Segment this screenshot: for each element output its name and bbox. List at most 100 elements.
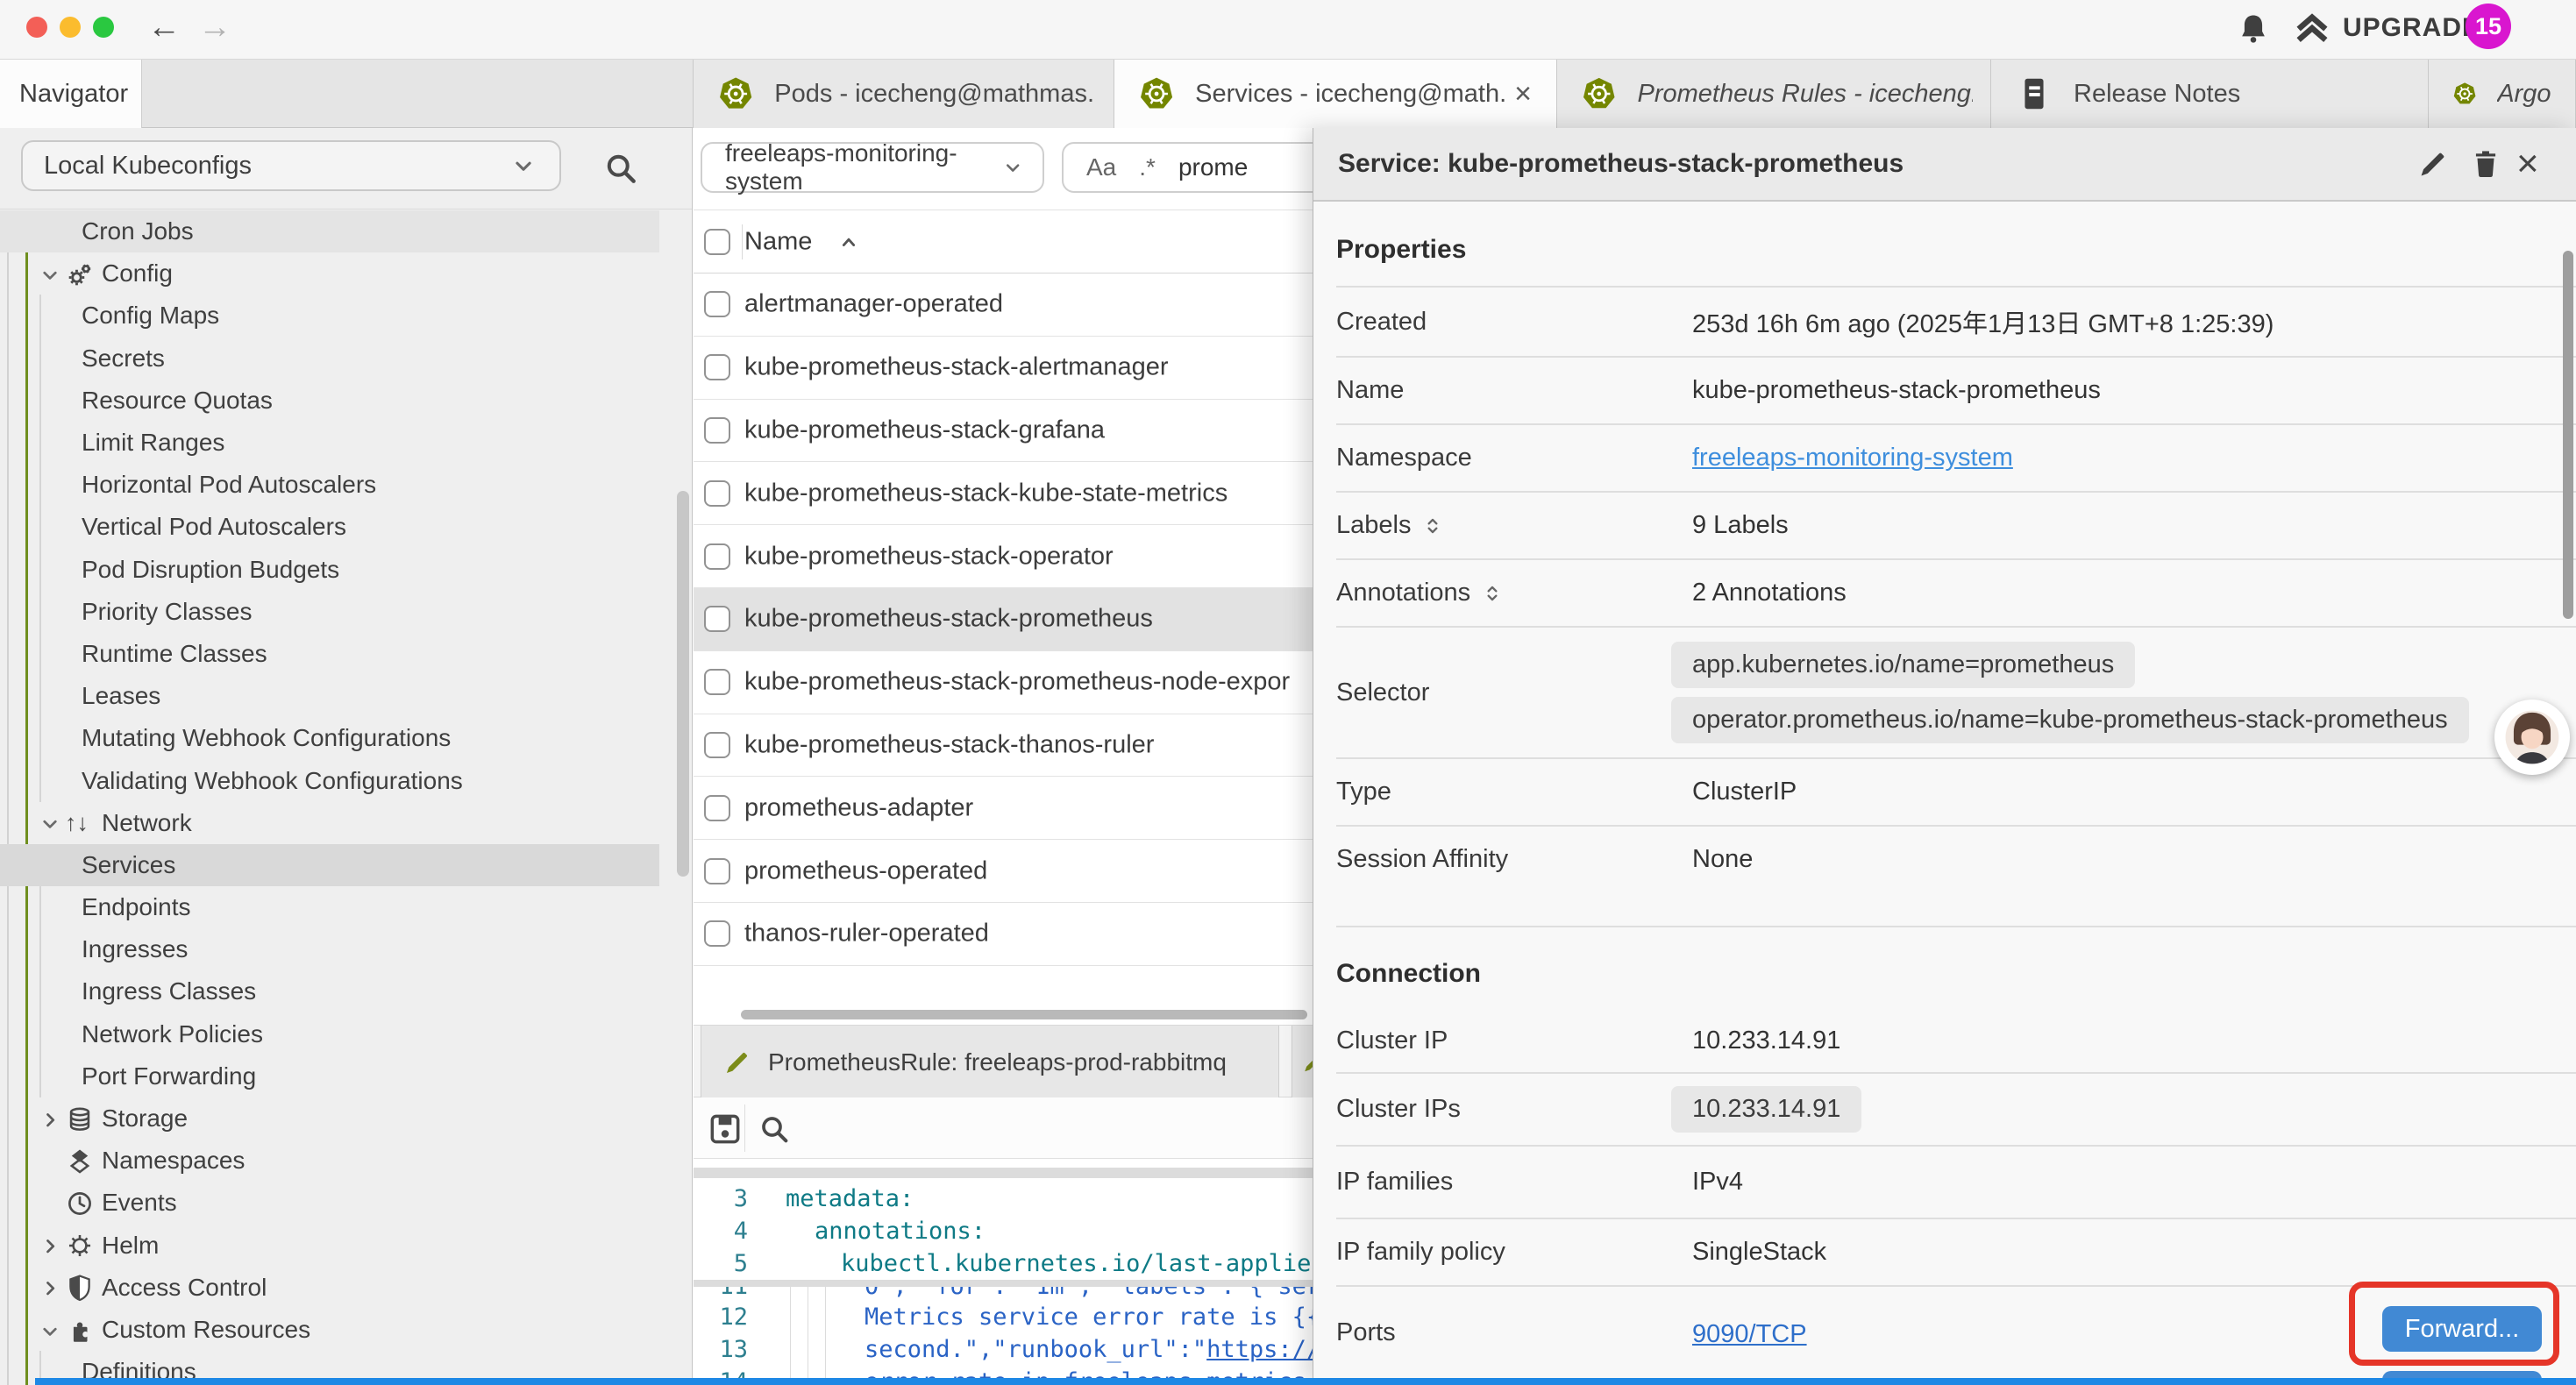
sidebar-item-helm[interactable]: Helm — [0, 1225, 693, 1267]
detail-label: Name — [1336, 376, 1671, 405]
sidebar-item-mutating-webhook-configurations[interactable]: Mutating Webhook Configurations — [0, 717, 693, 759]
table-row-prometheus-operated[interactable]: prometheus-operated — [694, 840, 1313, 903]
row-checkbox[interactable] — [704, 354, 730, 380]
port-link-9090-tcp[interactable]: 9090/TCP — [1692, 1320, 1807, 1349]
sidebar-item-events[interactable]: Events — [0, 1182, 693, 1224]
sidebar-search-icon[interactable] — [601, 149, 640, 188]
editor-tab-partial[interactable] — [1292, 1026, 1313, 1098]
back-arrow-icon[interactable]: ← — [147, 11, 181, 44]
table-row-thanos-ruler-operated[interactable]: thanos-ruler-operated — [694, 903, 1313, 966]
table-row-kube-prometheus-stack-alertmanager[interactable]: kube-prometheus-stack-alertmanager — [694, 337, 1313, 400]
edit-pencil-icon[interactable] — [2416, 147, 2450, 181]
sidebar-item-resource-quotas[interactable]: Resource Quotas — [0, 380, 693, 422]
traffic-light-minimize[interactable] — [60, 17, 81, 38]
sidebar-item-ingress-classes[interactable]: Ingress Classes — [0, 970, 693, 1012]
kubeconfig-select[interactable]: Local Kubeconfigs — [21, 140, 561, 191]
row-checkbox[interactable] — [704, 480, 730, 507]
tab-services-icecheng-math[interactable]: Services - icecheng@math...× — [1114, 60, 1557, 128]
table-search-box[interactable]: Aa .* prome — [1062, 142, 1313, 193]
sidebar-item-cron-jobs[interactable]: Cron Jobs — [0, 210, 693, 252]
editor-search-icon[interactable] — [757, 1112, 792, 1147]
chevron-right-icon[interactable] — [37, 1104, 63, 1133]
sidebar-item-priority-classes[interactable]: Priority Classes — [0, 591, 693, 633]
tab-prometheus-rules-icecheng[interactable]: Prometheus Rules - icecheng... — [1557, 60, 1991, 128]
editor-tab-prometheusrule[interactable]: PrometheusRule: freeleaps-prod-rabbitmq — [701, 1026, 1279, 1098]
navigator-panel-tab[interactable]: Navigator — [0, 60, 142, 128]
sidebar-item-namespaces[interactable]: Namespaces — [0, 1140, 693, 1182]
detail-scrollbar[interactable] — [2563, 251, 2573, 619]
close-icon[interactable]: × — [2516, 142, 2539, 186]
sidebar-item-ingresses[interactable]: Ingresses — [0, 928, 693, 970]
row-checkbox[interactable] — [704, 858, 730, 884]
traffic-light-close[interactable] — [26, 17, 47, 38]
notifications-bell-icon[interactable] — [2234, 11, 2273, 49]
sidebar-item-custom-resources[interactable]: Custom Resources — [0, 1309, 693, 1351]
row-checkbox[interactable] — [704, 291, 730, 317]
sidebar-item-runtime-classes[interactable]: Runtime Classes — [0, 633, 693, 675]
chevron-down-icon[interactable] — [37, 259, 63, 288]
name-column-header[interactable]: Name — [744, 227, 812, 256]
row-checkbox[interactable] — [704, 795, 730, 821]
user-avatar[interactable] — [2494, 700, 2570, 775]
namespace-filter-select[interactable]: freeleaps-monitoring-system — [701, 142, 1044, 193]
sidebar-item-storage[interactable]: Storage — [0, 1097, 693, 1140]
row-checkbox[interactable] — [704, 732, 730, 758]
code-link[interactable]: https://net — [1206, 1336, 1313, 1363]
select-all-checkbox[interactable] — [704, 229, 730, 255]
sidebar-item-secrets[interactable]: Secrets — [0, 337, 693, 380]
tab-argo-se[interactable]: Argo Se — [2429, 60, 2576, 128]
forward-arrow-icon[interactable]: → — [198, 11, 231, 44]
detail-value: kube-prometheus-stack-prometheus — [1671, 376, 2576, 405]
table-row-kube-prometheus-stack-kube-state-metrics[interactable]: kube-prometheus-stack-kube-state-metrics — [694, 462, 1313, 525]
row-checkbox[interactable] — [704, 920, 730, 947]
sidebar-item-endpoints[interactable]: Endpoints — [0, 886, 693, 928]
namespace-link[interactable]: freeleaps-monitoring-system — [1692, 444, 2013, 472]
sidebar-scrollbar[interactable] — [677, 491, 689, 877]
table-row-alertmanager-operated[interactable]: alertmanager-operated — [694, 273, 1313, 337]
sidebar-item-horizontal-pod-autoscalers[interactable]: Horizontal Pod Autoscalers — [0, 464, 693, 506]
sidebar-item-pod-disruption-budgets[interactable]: Pod Disruption Budgets — [0, 549, 693, 591]
close-tab-icon[interactable]: × — [1507, 81, 1539, 107]
row-checkbox[interactable] — [704, 606, 730, 632]
table-row-kube-prometheus-stack-prometheus[interactable]: kube-prometheus-stack-prometheus — [694, 588, 1313, 651]
row-checkbox[interactable] — [704, 669, 730, 695]
table-row-kube-prometheus-stack-operator[interactable]: kube-prometheus-stack-operator — [694, 525, 1313, 588]
save-icon[interactable] — [706, 1110, 744, 1148]
table-row-kube-prometheus-stack-grafana[interactable]: kube-prometheus-stack-grafana — [694, 400, 1313, 463]
notification-count-badge[interactable]: 15 — [2466, 4, 2511, 49]
table-row-kube-prometheus-stack-thanos-ruler[interactable]: kube-prometheus-stack-thanos-ruler — [694, 714, 1313, 778]
row-checkbox[interactable] — [704, 543, 730, 570]
table-row-kube-prometheus-stack-prometheus-node-expor[interactable]: kube-prometheus-stack-prometheus-node-ex… — [694, 651, 1313, 714]
sidebar-item-limit-ranges[interactable]: Limit Ranges — [0, 422, 693, 464]
sidebar-item-validating-webhook-configurations[interactable]: Validating Webhook Configurations — [0, 759, 693, 801]
sidebar-item-vertical-pod-autoscalers[interactable]: Vertical Pod Autoscalers — [0, 506, 693, 548]
chevron-down-icon[interactable] — [37, 808, 63, 837]
sidebar-item-services[interactable]: Services — [0, 844, 693, 886]
search-query[interactable]: prome — [1178, 153, 1248, 181]
traffic-light-zoom[interactable] — [93, 17, 114, 38]
sidebar-item-config[interactable]: Config — [0, 252, 693, 295]
sort-expander-icon[interactable] — [1481, 582, 1504, 605]
regex-toggle[interactable]: .* — [1139, 153, 1156, 181]
sidebar-item-port-forwarding[interactable]: Port Forwarding — [0, 1055, 693, 1097]
delete-trash-icon[interactable] — [2469, 147, 2502, 181]
tab-pods-icecheng-mathmas[interactable]: Pods - icecheng@mathmas... — [693, 60, 1114, 128]
sort-ascending-icon[interactable] — [834, 227, 864, 257]
table-row-prometheus-adapter[interactable]: prometheus-adapter — [694, 777, 1313, 840]
sort-expander-icon[interactable] — [1421, 515, 1444, 537]
sidebar-item-config-maps[interactable]: Config Maps — [0, 295, 693, 337]
chevron-down-icon[interactable] — [37, 1316, 63, 1345]
sidebar-item-access-control[interactable]: Access Control — [0, 1267, 693, 1309]
sidebar-item-network-policies[interactable]: Network Policies — [0, 1013, 693, 1055]
match-case-toggle[interactable]: Aa — [1086, 153, 1116, 181]
table-horizontal-scrollbar[interactable] — [741, 1010, 1307, 1019]
chevron-right-icon[interactable] — [37, 1273, 63, 1302]
upgrade-label[interactable]: UPGRADE — [2343, 13, 2480, 43]
sidebar-item-leases[interactable]: Leases — [0, 675, 693, 717]
yaml-editor[interactable]: 3metadata:4annotations:5kubectl.kubernet… — [694, 1159, 1313, 1385]
row-checkbox[interactable] — [704, 417, 730, 444]
upgrade-icon[interactable] — [2292, 11, 2332, 51]
sidebar-item-network[interactable]: ↑↓Network — [0, 802, 693, 844]
tab-release-notes[interactable]: Release Notes — [1991, 60, 2429, 128]
chevron-right-icon[interactable] — [37, 1231, 63, 1260]
